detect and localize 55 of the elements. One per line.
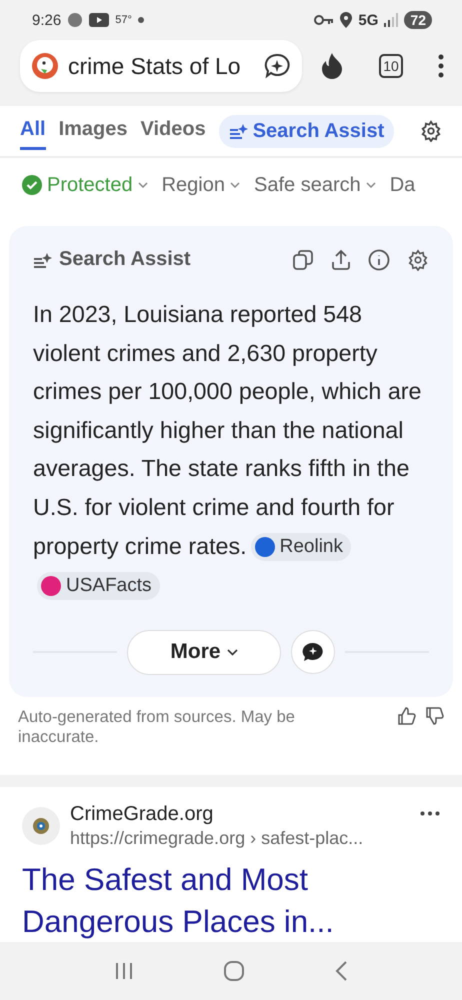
battery-level: 72 bbox=[404, 11, 432, 29]
address-bar[interactable]: crime Stats of Lo bbox=[20, 40, 302, 92]
sparkle-lines-icon bbox=[33, 252, 53, 268]
network-type: 5G bbox=[358, 12, 378, 28]
app-notification-icon bbox=[67, 12, 84, 28]
location-icon bbox=[340, 12, 352, 28]
menu-button[interactable] bbox=[438, 54, 444, 78]
temperature: 57° bbox=[115, 14, 132, 26]
thumbs-down-button[interactable] bbox=[426, 706, 444, 725]
recent-apps-button[interactable] bbox=[114, 961, 134, 981]
chevron-down-icon bbox=[366, 182, 376, 188]
chat-sparkle-icon bbox=[302, 642, 324, 662]
site-name: CrimeGrade.org bbox=[70, 802, 214, 826]
video-icon bbox=[89, 13, 110, 27]
chevron-down-icon bbox=[138, 182, 148, 188]
chevron-down-icon bbox=[226, 648, 238, 656]
duck-logo-icon bbox=[32, 53, 58, 79]
result-url: https://crimegrade.org › safest-plac... bbox=[70, 828, 364, 849]
copy-button[interactable] bbox=[292, 248, 314, 270]
settings-button[interactable] bbox=[420, 120, 442, 142]
dot-icon bbox=[138, 17, 144, 23]
home-button[interactable] bbox=[222, 960, 245, 982]
share-button[interactable] bbox=[331, 248, 351, 270]
source-link[interactable]: Reolink bbox=[250, 533, 351, 562]
more-options-button[interactable] bbox=[420, 810, 440, 816]
filter-dropdown[interactable]: Region bbox=[162, 174, 240, 196]
source-link[interactable]: USAFacts bbox=[37, 572, 160, 600]
disclaimer-text: Auto-generated from sources. May be inaccurate. bbox=[18, 706, 296, 747]
tab-count-button[interactable]: 10 bbox=[378, 54, 403, 78]
key-icon bbox=[314, 14, 334, 26]
status-time: 9:26 bbox=[32, 12, 62, 28]
search-tab[interactable]: Images bbox=[58, 112, 128, 150]
target-icon bbox=[32, 816, 50, 835]
more-button[interactable]: More bbox=[127, 630, 281, 675]
fire-button[interactable] bbox=[320, 53, 344, 79]
back-button[interactable] bbox=[334, 960, 348, 982]
search-tab[interactable]: Videos bbox=[140, 112, 206, 150]
filter-dropdown[interactable]: Safe search bbox=[254, 174, 376, 196]
search-query[interactable]: crime Stats of Lo bbox=[68, 52, 254, 80]
check-circle-icon bbox=[22, 175, 42, 195]
chat-button[interactable] bbox=[291, 630, 335, 674]
search-tab[interactable]: All bbox=[20, 112, 46, 150]
search-assist-tab[interactable]: Search Assist bbox=[218, 114, 394, 148]
filter-dropdown[interactable]: Da bbox=[390, 174, 416, 196]
filter-dropdown[interactable]: Protected bbox=[22, 174, 148, 196]
signal-icon bbox=[384, 13, 398, 27]
answer-paragraph: In 2023, Louisiana reported 548 violent crimes and 2,630 property crimes per 100,000 people, which are significantly higher than the national averages. The state ranks fifth in the U.S. for violent crime and fourth for property crime rates. Reolink USAFacts bbox=[33, 295, 429, 604]
info-button[interactable] bbox=[368, 248, 390, 270]
chat-sparkle-icon bbox=[264, 53, 290, 79]
result-title-link[interactable]: The Safest and Most Dangerous Places in... bbox=[22, 858, 440, 942]
chevron-down-icon bbox=[230, 182, 240, 188]
sparkle-lines-icon bbox=[228, 123, 249, 139]
thumbs-up-button[interactable] bbox=[398, 706, 416, 725]
card-title: Search Assist bbox=[59, 248, 191, 271]
settings-button[interactable] bbox=[407, 248, 429, 270]
